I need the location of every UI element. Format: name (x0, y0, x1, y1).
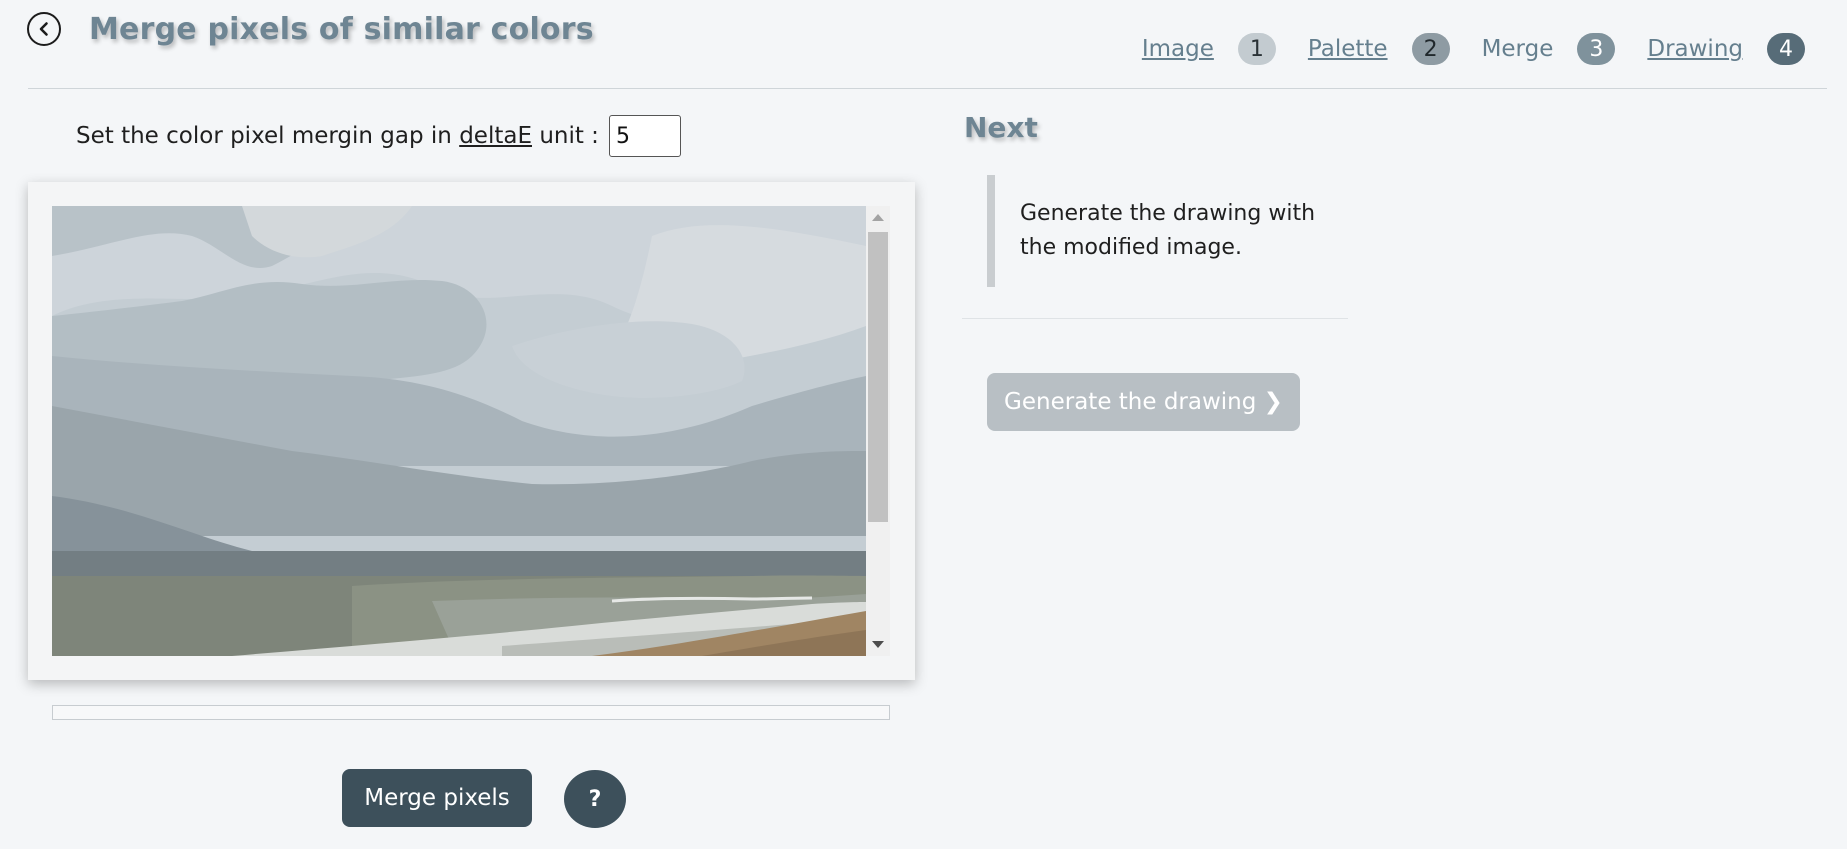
step-image-link[interactable]: Image (1142, 36, 1214, 62)
merge-pixels-button[interactable]: Merge pixels (342, 769, 532, 827)
next-divider (962, 318, 1348, 319)
generate-drawing-button[interactable]: Generate the drawing ❯ (987, 373, 1300, 431)
step-navigation: Image 1 Palette 2 Merge 3 Drawing 4 (1142, 32, 1805, 66)
chevron-left-icon (39, 22, 48, 36)
scroll-up-icon[interactable] (872, 214, 884, 221)
step-1-badge: 1 (1237, 33, 1276, 65)
gap-setting-row: Set the color pixel mergin gap in deltaE… (76, 115, 681, 157)
back-button[interactable] (27, 12, 61, 46)
page-title: Merge pixels of similar colors (89, 12, 594, 47)
merged-image (52, 206, 866, 656)
next-heading: Next (964, 111, 1038, 144)
gap-unit-label: unit : (539, 123, 599, 149)
scroll-thumb[interactable] (868, 232, 888, 522)
gap-label: Set the color pixel mergin gap in (76, 123, 452, 149)
scroll-down-icon[interactable] (872, 641, 884, 648)
step-2-badge: 2 (1411, 33, 1450, 65)
step-merge-current: Merge (1481, 36, 1554, 62)
step-3-badge: 3 (1577, 33, 1616, 65)
gap-input[interactable] (608, 115, 681, 157)
header-divider (28, 88, 1827, 89)
image-preview-card (28, 182, 915, 680)
merged-image-viewport[interactable] (52, 206, 866, 656)
step-4-badge: 4 (1767, 33, 1805, 65)
help-button[interactable]: ? (564, 770, 626, 828)
next-description: Generate the drawing with the modified i… (987, 175, 1347, 287)
deltae-link[interactable]: deltaE (459, 123, 532, 149)
merge-progress-bar (52, 705, 890, 720)
image-scrollbar[interactable] (866, 206, 890, 656)
step-drawing-link[interactable]: Drawing (1647, 36, 1743, 62)
step-palette-link[interactable]: Palette (1308, 36, 1388, 62)
